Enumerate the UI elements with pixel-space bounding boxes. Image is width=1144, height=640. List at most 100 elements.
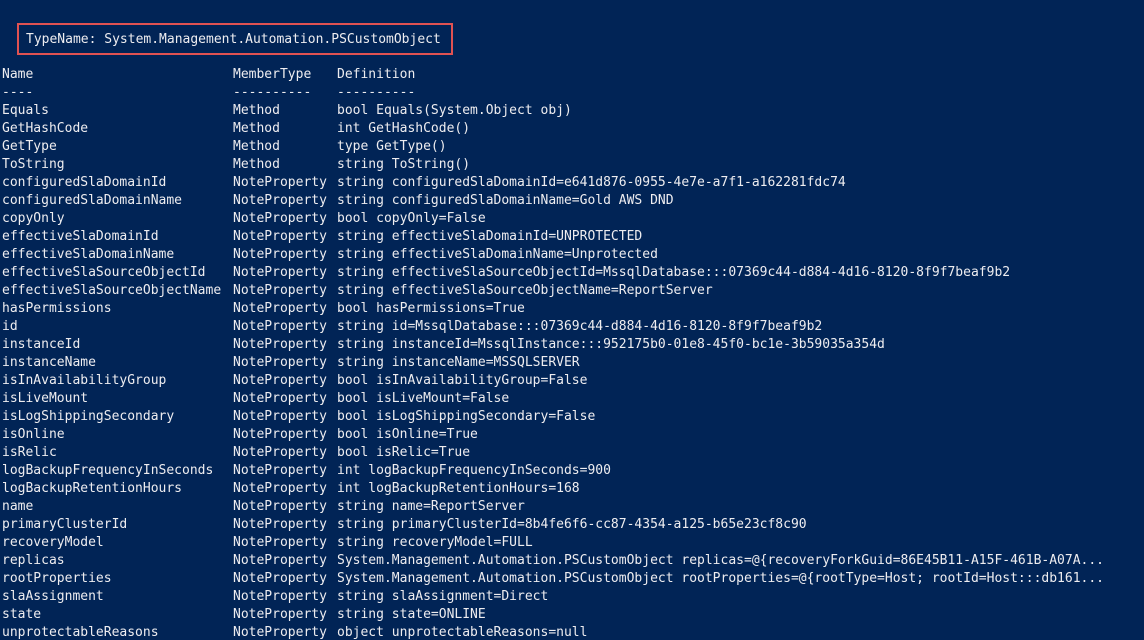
member-name[interactable]: logBackupRetentionHours xyxy=(2,480,182,498)
member-definition[interactable]: bool isInAvailabilityGroup=False xyxy=(337,372,587,390)
member-type[interactable]: NoteProperty xyxy=(233,318,327,336)
member-type[interactable]: NoteProperty xyxy=(233,372,327,390)
member-definition[interactable]: int logBackupFrequencyInSeconds=900 xyxy=(337,462,611,480)
member-name[interactable]: instanceId xyxy=(2,336,80,354)
member-name[interactable]: configuredSlaDomainId xyxy=(2,174,166,192)
member-definition[interactable]: int GetHashCode() xyxy=(337,120,470,138)
table-row: id NoteProperty string id=MssqlDatabase:::… xyxy=(2,318,1142,336)
member-definition[interactable]: System.Management.Automation.PSCustomObj… xyxy=(337,570,1104,588)
member-name[interactable]: Equals xyxy=(2,102,49,120)
member-name[interactable]: isOnline xyxy=(2,426,65,444)
member-definition[interactable]: int logBackupRetentionHours=168 xyxy=(337,480,580,498)
member-definition[interactable]: string state=ONLINE xyxy=(337,606,486,624)
member-definition[interactable]: string configuredSlaDomainName=Gold AWS … xyxy=(337,192,674,210)
member-type[interactable]: NoteProperty xyxy=(233,246,327,264)
member-type[interactable]: NoteProperty xyxy=(233,336,327,354)
member-definition[interactable]: string effectiveSlaSourceObjectName=Repo… xyxy=(337,282,713,300)
table-row: instanceId NoteProperty string instanceId=… xyxy=(2,336,1142,354)
member-definition[interactable]: string effectiveSlaSourceObjectId=MssqlD… xyxy=(337,264,1010,282)
member-name[interactable]: effectiveSlaSourceObjectName xyxy=(2,282,221,300)
member-definition[interactable]: string effectiveSlaDomainName=Unprotecte… xyxy=(337,246,658,264)
member-name[interactable]: GetHashCode xyxy=(2,120,88,138)
table-header-row: Name MemberType Definition xyxy=(2,66,1142,84)
member-name[interactable]: effectiveSlaDomainId xyxy=(2,228,159,246)
member-definition[interactable]: bool copyOnly=False xyxy=(337,210,486,228)
member-name[interactable]: copyOnly xyxy=(2,210,65,228)
member-name[interactable]: effectiveSlaSourceObjectId xyxy=(2,264,206,282)
member-name[interactable]: state xyxy=(2,606,41,624)
member-definition[interactable]: string recoveryModel=FULL xyxy=(337,534,533,552)
member-name[interactable]: rootProperties xyxy=(2,570,112,588)
member-name[interactable]: isRelic xyxy=(2,444,57,462)
member-type[interactable]: NoteProperty xyxy=(233,498,327,516)
member-type[interactable]: NoteProperty xyxy=(233,552,327,570)
member-type[interactable]: NoteProperty xyxy=(233,210,327,228)
member-definition[interactable]: type GetType() xyxy=(337,138,447,156)
member-name[interactable]: isLogShippingSecondary xyxy=(2,408,174,426)
member-type[interactable]: NoteProperty xyxy=(233,390,327,408)
member-definition[interactable]: string name=ReportServer xyxy=(337,498,525,516)
member-name[interactable]: effectiveSlaDomainName xyxy=(2,246,174,264)
member-definition[interactable]: string effectiveSlaDomainId=UNPROTECTED xyxy=(337,228,642,246)
member-type[interactable]: NoteProperty xyxy=(233,516,327,534)
member-name[interactable]: name xyxy=(2,498,33,516)
member-type[interactable]: NoteProperty xyxy=(233,462,327,480)
member-name[interactable]: configuredSlaDomainName xyxy=(2,192,182,210)
member-name[interactable]: GetType xyxy=(2,138,57,156)
member-type[interactable]: NoteProperty xyxy=(233,426,327,444)
member-type[interactable]: NoteProperty xyxy=(233,300,327,318)
typename-line[interactable]: TypeName: System.Management.Automation.P… xyxy=(26,31,441,49)
member-type[interactable]: NoteProperty xyxy=(233,354,327,372)
member-name[interactable]: hasPermissions xyxy=(2,300,112,318)
member-definition[interactable]: bool hasPermissions=True xyxy=(337,300,525,318)
member-definition[interactable]: System.Management.Automation.PSCustomObj… xyxy=(337,552,1104,570)
table-row: GetType Method type GetType() xyxy=(2,138,1142,156)
member-type[interactable]: NoteProperty xyxy=(233,264,327,282)
member-type[interactable]: NoteProperty xyxy=(233,282,327,300)
member-name[interactable]: instanceName xyxy=(2,354,96,372)
member-type[interactable]: NoteProperty xyxy=(233,624,327,640)
member-definition[interactable]: string primaryClusterId=8b4fe6f6-cc87-43… xyxy=(337,516,807,534)
member-name[interactable]: recoveryModel xyxy=(2,534,104,552)
member-definition[interactable]: string id=MssqlDatabase:::07369c44-d884-… xyxy=(337,318,822,336)
member-type[interactable]: Method xyxy=(233,138,280,156)
member-type[interactable]: NoteProperty xyxy=(233,408,327,426)
powershell-console[interactable]: TypeName: System.Management.Automation.P… xyxy=(0,0,1144,640)
member-name[interactable]: primaryClusterId xyxy=(2,516,127,534)
member-type[interactable]: NoteProperty xyxy=(233,570,327,588)
member-definition[interactable]: bool Equals(System.Object obj) xyxy=(337,102,572,120)
table-row: isInAvailabilityGroup NoteProperty bool is… xyxy=(2,372,1142,390)
member-type[interactable]: NoteProperty xyxy=(233,606,327,624)
member-name[interactable]: slaAssignment xyxy=(2,588,104,606)
member-type[interactable]: Method xyxy=(233,120,280,138)
member-definition[interactable]: object unprotectableReasons=null xyxy=(337,624,587,640)
member-type[interactable]: NoteProperty xyxy=(233,588,327,606)
member-name[interactable]: isLiveMount xyxy=(2,390,88,408)
member-type[interactable]: NoteProperty xyxy=(233,534,327,552)
separator-name: ---- xyxy=(2,85,34,100)
member-name[interactable]: logBackupFrequencyInSeconds xyxy=(2,462,213,480)
member-type[interactable]: NoteProperty xyxy=(233,192,327,210)
separator-member-type: ---------- xyxy=(233,85,312,100)
member-name[interactable]: ToString xyxy=(2,156,65,174)
member-definition[interactable]: bool isRelic=True xyxy=(337,444,470,462)
member-type[interactable]: NoteProperty xyxy=(233,444,327,462)
member-type[interactable]: NoteProperty xyxy=(233,228,327,246)
member-definition[interactable]: string instanceId=MssqlInstance:::952175… xyxy=(337,336,885,354)
member-definition[interactable]: string instanceName=MSSQLSERVER xyxy=(337,354,580,372)
member-definition[interactable]: string slaAssignment=Direct xyxy=(337,588,548,606)
member-definition[interactable]: string ToString() xyxy=(337,156,470,174)
member-definition[interactable]: bool isOnline=True xyxy=(337,426,478,444)
member-name[interactable]: replicas xyxy=(2,552,65,570)
member-name[interactable]: id xyxy=(2,318,18,336)
member-definition[interactable]: string configuredSlaDomainId=e641d876-09… xyxy=(337,174,846,192)
member-type[interactable]: Method xyxy=(233,156,280,174)
member-name[interactable]: unprotectableReasons xyxy=(2,624,159,640)
member-type[interactable]: NoteProperty xyxy=(233,480,327,498)
member-name[interactable]: isInAvailabilityGroup xyxy=(2,372,166,390)
member-type[interactable]: Method xyxy=(233,102,280,120)
member-type[interactable]: NoteProperty xyxy=(233,174,327,192)
table-row: logBackupRetentionHours NoteProperty int l… xyxy=(2,480,1142,498)
member-definition[interactable]: bool isLogShippingSecondary=False xyxy=(337,408,595,426)
member-definition[interactable]: bool isLiveMount=False xyxy=(337,390,509,408)
